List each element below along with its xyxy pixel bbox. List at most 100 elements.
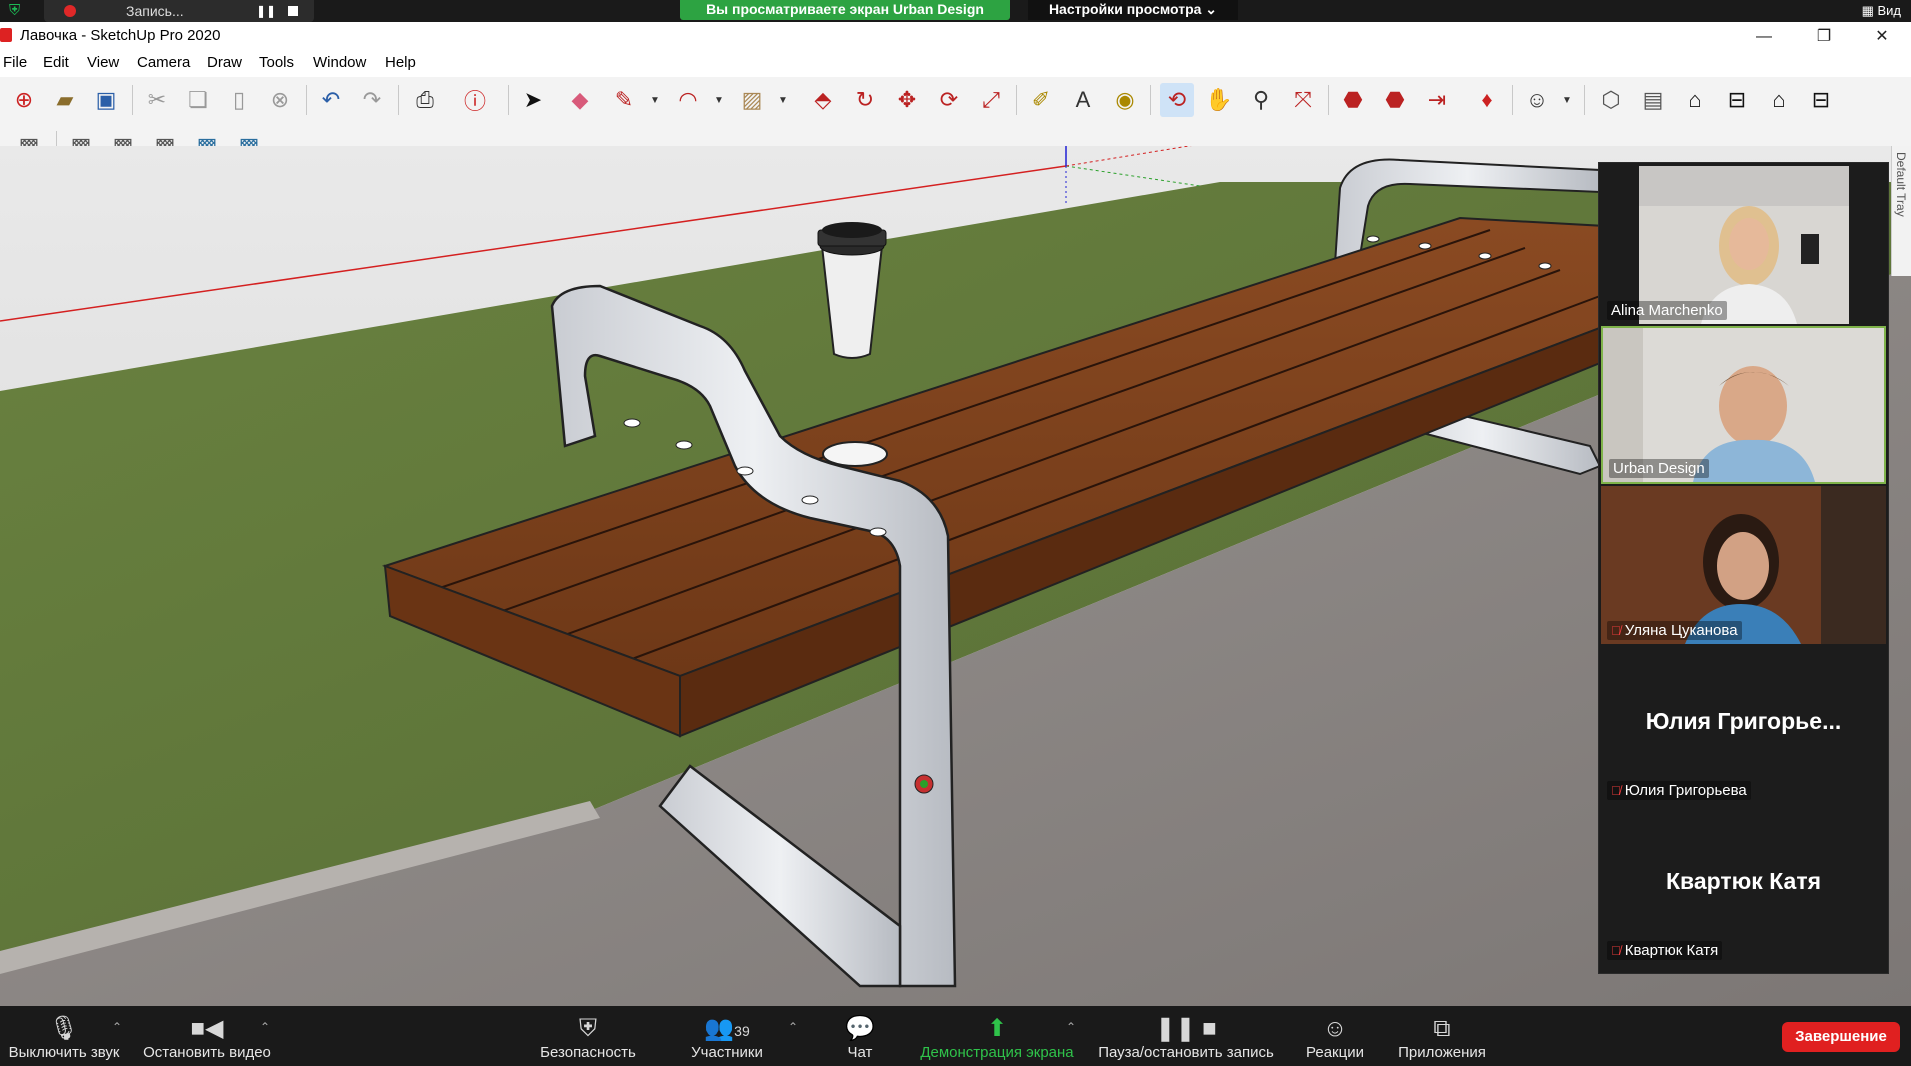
pause-icon[interactable]: ❚❚: [256, 4, 276, 18]
chat-label: Чат: [847, 1044, 873, 1061]
rectangle-dropdown-icon[interactable]: ▼: [778, 95, 788, 106]
participants-caret-icon[interactable]: ⌃: [788, 1020, 798, 1034]
model-info-icon[interactable]: ⓘ: [458, 83, 492, 117]
eraser-tool-icon[interactable]: ◆: [563, 83, 597, 117]
pause-stop-recording-button[interactable]: ❚❚ ■ Пауза/остановить запись: [1094, 1014, 1278, 1061]
participant-tile[interactable]: Квартюк Катя 🎙̸ Квартюк Катя: [1601, 806, 1886, 964]
share-caret-icon[interactable]: ⌃: [1066, 1020, 1076, 1034]
ruby-console-icon[interactable]: ♦: [1470, 83, 1504, 117]
stop-video-button[interactable]: ■◀ Остановить видео: [140, 1014, 274, 1061]
view-button[interactable]: ▦ Вид: [1862, 3, 1901, 19]
record-label: Пауза/остановить запись: [1098, 1044, 1274, 1061]
tape-measure-icon[interactable]: ✐: [1024, 83, 1058, 117]
back-view-icon[interactable]: ⌂: [1762, 83, 1796, 117]
arc-tool-icon[interactable]: ◠: [671, 83, 705, 117]
select-tool-icon[interactable]: ➤: [516, 83, 550, 117]
copy-icon[interactable]: ❏: [181, 83, 215, 117]
menu-edit[interactable]: Edit: [43, 54, 69, 71]
chat-bubble-icon: 💬: [845, 1015, 875, 1042]
camera-icon: ■◀: [190, 1015, 224, 1042]
participants-button[interactable]: 👥39 Участники: [676, 1014, 778, 1061]
redo-icon[interactable]: ↷: [355, 83, 389, 117]
title-bar: Лавочка - SketchUp Pro 2020 — ❐ ✕: [0, 22, 1911, 52]
rotate-tool-icon[interactable]: ⟳: [932, 83, 966, 117]
zoom-bottom-bar: 🎙 Выключить звук ⌃ ■◀ Остановить видео ⌃…: [0, 1006, 1911, 1066]
share-label: Демонстрация экрана: [920, 1044, 1074, 1061]
rectangle-tool-icon[interactable]: ▨: [735, 83, 769, 117]
stop-icon[interactable]: [288, 6, 298, 16]
new-file-icon[interactable]: ⊕: [7, 83, 41, 117]
iso-view-icon[interactable]: ⬡: [1594, 83, 1628, 117]
line-tool-icon[interactable]: ✎: [607, 83, 641, 117]
video-options-caret-icon[interactable]: ⌃: [260, 1020, 270, 1034]
menu-file[interactable]: File: [3, 54, 27, 71]
menu-draw[interactable]: Draw: [207, 54, 242, 71]
menu-window[interactable]: Window: [313, 54, 366, 71]
participant-tile[interactable]: 🎙̸ Уляна Цуканова: [1601, 486, 1886, 644]
participant-tile[interactable]: Alina Marchenko: [1601, 166, 1886, 324]
erase-icon[interactable]: ⊗: [263, 83, 297, 117]
move-tool-icon[interactable]: ✥: [890, 83, 924, 117]
account-icon[interactable]: ☺: [1520, 83, 1554, 117]
right-view-icon[interactable]: ⊟: [1720, 83, 1754, 117]
audio-options-caret-icon[interactable]: ⌃: [112, 1020, 122, 1034]
extension-warehouse-icon[interactable]: ⇥: [1420, 83, 1454, 117]
reactions-button[interactable]: ☺ Реакции: [1300, 1014, 1370, 1061]
security-button[interactable]: ⛨ Безопасность: [536, 1014, 640, 1061]
pan-tool-icon[interactable]: ✋: [1202, 83, 1236, 117]
share-banner: Вы просматриваете экран Urban Design: [680, 0, 1010, 20]
minimize-button[interactable]: —: [1744, 24, 1784, 50]
participant-tile-active-speaker[interactable]: Urban Design: [1601, 326, 1886, 484]
default-tray-label: Default Tray: [1894, 152, 1908, 217]
undo-icon[interactable]: ↶: [314, 83, 348, 117]
print-icon[interactable]: ⎙: [408, 83, 442, 117]
default-tray-tab[interactable]: Default Tray: [1891, 146, 1911, 276]
offset-icon[interactable]: ↻: [848, 83, 882, 117]
orbit-tool-icon[interactable]: ⟲: [1160, 83, 1194, 117]
account-dropdown-icon[interactable]: ▼: [1562, 95, 1572, 106]
view-label: Вид: [1877, 3, 1901, 18]
push-pull-icon[interactable]: ⬘: [806, 83, 840, 117]
zoom-tool-icon[interactable]: ⚲: [1244, 83, 1278, 117]
scale-tool-icon[interactable]: ⤢: [974, 83, 1008, 117]
main-toolbar: ⊕ ▰ ▣ ✂ ❏ ▯ ⊗ ↶ ↷ ⎙ ⓘ ➤ ◆ ✎ ▼ ◠ ▼ ▨ ▼ ⬘ …: [0, 77, 1911, 123]
menu-view[interactable]: View: [87, 54, 119, 71]
menu-tools[interactable]: Tools: [259, 54, 294, 71]
participant-name: Юлия Григорьева: [1624, 782, 1747, 799]
left-view-icon[interactable]: ⊟: [1804, 83, 1838, 117]
view-settings-button[interactable]: Настройки просмотра ⌄: [1028, 0, 1238, 20]
recording-label: Запись...: [126, 3, 184, 19]
participant-display-name: Юлия Григорье...: [1645, 708, 1842, 734]
menu-camera[interactable]: Camera: [137, 54, 190, 71]
smiley-icon: ☺: [1322, 1015, 1348, 1042]
close-button[interactable]: ✕: [1862, 24, 1902, 50]
apps-button[interactable]: ⧉ Приложения: [1392, 1014, 1492, 1061]
open-folder-icon[interactable]: ▰: [48, 83, 82, 117]
zoom-top-bar: ⛨ Запись... ❚❚ Вы просматриваете экран U…: [0, 0, 1911, 22]
front-view-icon[interactable]: ⌂: [1678, 83, 1712, 117]
end-meeting-button[interactable]: Завершение: [1782, 1022, 1900, 1052]
menu-help[interactable]: Help: [385, 54, 416, 71]
cut-icon[interactable]: ✂: [140, 83, 174, 117]
participant-tile[interactable]: Юлия Григорье... 🎙̸ Юлия Григорьева: [1601, 646, 1886, 804]
security-label: Безопасность: [540, 1044, 636, 1061]
warehouse-icon[interactable]: ⬣: [1336, 83, 1370, 117]
zoom-extents-icon[interactable]: ⤧: [1286, 83, 1320, 117]
chat-button[interactable]: 💬 Чат: [830, 1014, 890, 1061]
grid-icon: ▦: [1861, 3, 1878, 18]
shield-icon: ⛨: [9, 2, 21, 19]
participants-label: Участники: [691, 1044, 763, 1061]
paint-bucket-icon[interactable]: ◉: [1108, 83, 1142, 117]
text-tool-icon[interactable]: A: [1066, 83, 1100, 117]
muted-mic-icon: 🎙̸: [1611, 783, 1621, 798]
arc-dropdown-icon[interactable]: ▼: [714, 95, 724, 106]
save-icon[interactable]: ▣: [89, 83, 123, 117]
share-screen-button[interactable]: ⬆ Демонстрация экрана: [916, 1014, 1078, 1061]
recording-indicator[interactable]: Запись... ❚❚: [44, 0, 314, 22]
restore-button[interactable]: ❐: [1804, 24, 1844, 50]
top-view-icon[interactable]: ▤: [1636, 83, 1670, 117]
share-model-icon[interactable]: ⬣: [1378, 83, 1412, 117]
mute-button[interactable]: 🎙 Выключить звук: [4, 1014, 124, 1061]
line-dropdown-icon[interactable]: ▼: [650, 95, 660, 106]
paste-icon[interactable]: ▯: [222, 83, 256, 117]
